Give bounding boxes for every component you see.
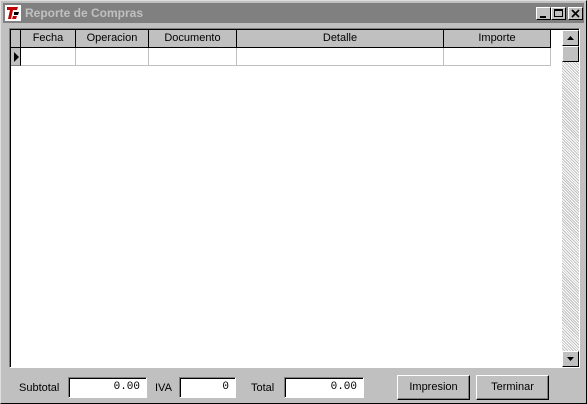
cell-importe[interactable] (444, 48, 551, 66)
scroll-down-button[interactable] (562, 351, 579, 367)
window-title: Reporte de Compras (25, 6, 144, 20)
maximize-button[interactable] (551, 7, 566, 20)
column-header-detalle[interactable]: Detalle (237, 30, 444, 48)
arrow-up-icon (567, 36, 574, 40)
grid-corner-header (11, 30, 21, 48)
cell-operacion[interactable] (76, 48, 149, 66)
row-pointer-icon (14, 52, 19, 62)
maximize-icon (554, 9, 563, 17)
column-header-operacion[interactable]: Operacion (76, 30, 149, 48)
row-indicator[interactable] (11, 48, 21, 66)
arrow-down-icon (567, 357, 574, 361)
total-label: Total (251, 382, 275, 394)
subtotal-label: Subtotal (19, 382, 60, 394)
column-header-documento[interactable]: Documento (149, 30, 237, 48)
finish-button[interactable]: Terminar (476, 375, 549, 400)
iva-label: IVA (155, 382, 172, 394)
close-icon (571, 9, 580, 18)
minimize-button[interactable] (536, 7, 551, 20)
column-header-importe[interactable]: Importe (444, 30, 551, 48)
iva-field[interactable]: 0 (179, 377, 236, 398)
title-bar[interactable]: Reporte de Compras (3, 3, 584, 23)
cell-documento[interactable] (149, 48, 237, 66)
print-button[interactable]: Impresion (397, 375, 470, 400)
vertical-scrollbar[interactable] (562, 30, 579, 367)
app-logo-icon (5, 5, 21, 21)
cell-detalle[interactable] (237, 48, 444, 66)
minimize-icon (540, 16, 546, 18)
cell-fecha[interactable] (21, 48, 76, 66)
scroll-up-button[interactable] (562, 30, 579, 46)
grid-body: Fecha Operacion Documento Detalle Import… (10, 29, 579, 367)
subtotal-field[interactable]: 0.00 (68, 377, 147, 398)
total-field[interactable]: 0.00 (284, 377, 364, 398)
scroll-thumb[interactable] (562, 46, 579, 62)
report-window: Reporte de Compras Fecha Operacion Docum… (0, 0, 587, 404)
column-header-fecha[interactable]: Fecha (21, 30, 76, 48)
purchases-grid[interactable]: Fecha Operacion Documento Detalle Import… (9, 28, 580, 368)
close-button[interactable] (568, 7, 583, 20)
